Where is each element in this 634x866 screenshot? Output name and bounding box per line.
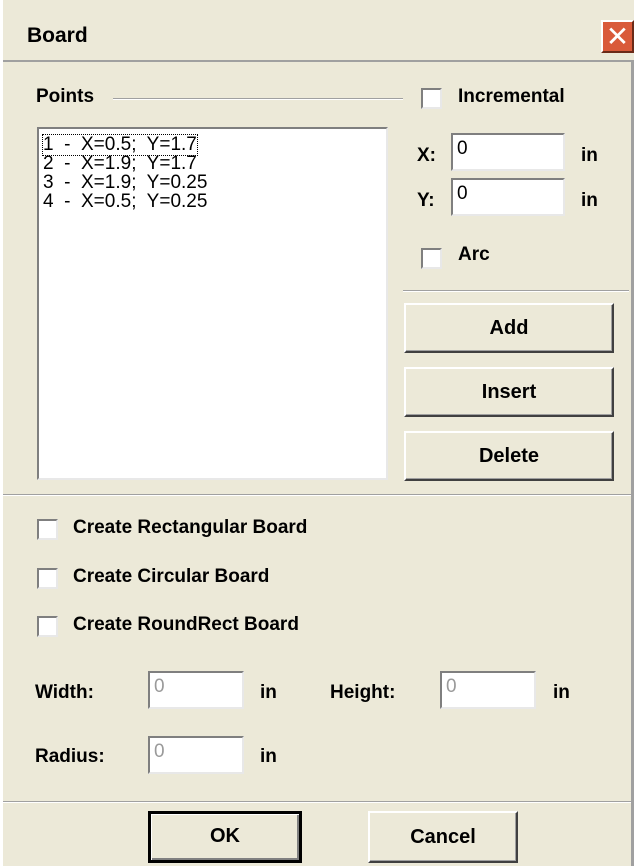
list-item[interactable]: 1 - X=0.5; Y=1.7	[42, 134, 198, 156]
points-group-line	[113, 98, 403, 100]
delete-button[interactable]: Delete	[404, 431, 614, 481]
roundrect-board-checkbox[interactable]	[37, 616, 58, 637]
height-unit: in	[553, 682, 570, 703]
insert-button[interactable]: Insert	[404, 367, 614, 417]
y-unit: in	[581, 190, 598, 211]
x-input[interactable]: 0	[451, 133, 565, 171]
close-button[interactable]: ✕	[601, 20, 634, 53]
ok-button[interactable]: OK	[148, 811, 302, 863]
list-item[interactable]: 3 - X=1.9; Y=0.25	[43, 173, 207, 193]
rectangular-board-checkbox[interactable]	[37, 519, 58, 540]
x-unit: in	[581, 145, 598, 166]
board-dialog: Board ✕ Points Incremental 1 - X=0.5; Y=…	[0, 0, 634, 866]
incremental-label: Incremental	[458, 86, 565, 107]
close-icon: ✕	[605, 21, 630, 52]
points-group-label: Points	[36, 86, 95, 107]
radius-unit: in	[260, 746, 277, 767]
main-separator	[3, 494, 631, 496]
window-title: Board	[27, 24, 88, 47]
radius-input-value: 0	[154, 741, 165, 762]
width-unit: in	[260, 682, 277, 703]
y-label: Y:	[417, 190, 435, 211]
radius-input[interactable]: 0	[148, 736, 244, 774]
width-input[interactable]: 0	[148, 671, 244, 709]
list-item[interactable]: 2 - X=1.9; Y=1.7	[43, 154, 197, 174]
incremental-checkbox[interactable]	[421, 88, 442, 109]
circular-board-checkbox[interactable]	[37, 568, 58, 589]
right-separator	[403, 290, 629, 292]
arc-label: Arc	[458, 244, 490, 265]
rectangular-board-label: Create Rectangular Board	[73, 517, 308, 538]
y-input-value: 0	[457, 183, 468, 204]
title-bar: Board ✕	[3, 0, 634, 62]
x-label: X:	[417, 145, 436, 166]
height-input[interactable]: 0	[440, 671, 536, 709]
height-label: Height:	[330, 682, 396, 703]
circular-board-label: Create Circular Board	[73, 566, 270, 587]
height-input-value: 0	[446, 676, 457, 697]
radius-label: Radius:	[35, 746, 105, 767]
y-input[interactable]: 0	[451, 178, 565, 216]
list-item[interactable]: 4 - X=0.5; Y=0.25	[43, 192, 207, 212]
points-listbox[interactable]: 1 - X=0.5; Y=1.7 2 - X=1.9; Y=1.7 3 - X=…	[37, 127, 388, 480]
roundrect-board-label: Create RoundRect Board	[73, 614, 299, 635]
arc-checkbox[interactable]	[421, 248, 442, 269]
cancel-button[interactable]: Cancel	[368, 811, 518, 863]
x-input-value: 0	[457, 138, 468, 159]
bottom-separator	[3, 801, 631, 803]
add-button[interactable]: Add	[404, 303, 614, 353]
width-input-value: 0	[154, 676, 165, 697]
width-label: Width:	[35, 682, 94, 703]
